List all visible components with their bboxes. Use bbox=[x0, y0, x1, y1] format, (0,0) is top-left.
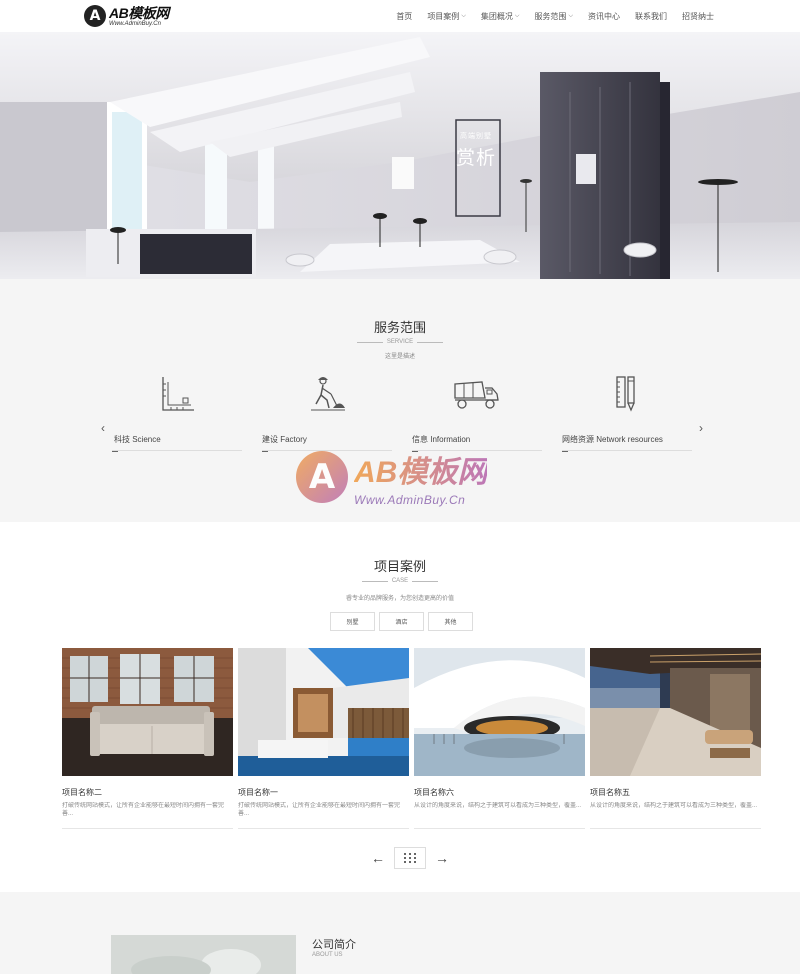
case-name: 项目名称二 bbox=[62, 788, 102, 797]
logo-badge: A bbox=[84, 5, 106, 27]
nav-item-label: 联系我们 bbox=[635, 11, 667, 21]
services-next-arrow[interactable]: › bbox=[699, 421, 703, 435]
watermark-sub-text: Www.AdminBuy.Cn bbox=[354, 493, 466, 507]
case-name: 项目名称五 bbox=[590, 788, 630, 797]
nav-item-news[interactable]: 资讯中心 bbox=[588, 11, 620, 22]
chevron-down-icon: ⌵ bbox=[568, 12, 573, 19]
ruler-triangle-icon bbox=[112, 374, 242, 414]
tab-hotel[interactable]: 酒店 bbox=[379, 612, 424, 631]
service-divider bbox=[112, 450, 242, 452]
divider-line bbox=[356, 341, 383, 343]
case-image bbox=[590, 648, 761, 776]
service-label: 网络资源 Network resources bbox=[562, 435, 663, 444]
watermark-logo: A AB模板网 Www.AdminBuy.Cn bbox=[296, 447, 487, 507]
services-description: 这里是描述 bbox=[384, 354, 415, 360]
case-card[interactable]: 项目名称五 从设计的角度来说，结构之于建筑可以看成为三种类型，覆盖... bbox=[590, 648, 761, 829]
service-item[interactable]: 建设 Factory bbox=[262, 374, 392, 452]
services-title: 服务范围 bbox=[373, 320, 426, 335]
case-text: 打破传统网站模式，让所有企业能够在最短时间内拥有一套完善... bbox=[238, 803, 401, 817]
site-logo[interactable]: A AB模板网 Www.AdminBuy.Cn bbox=[84, 4, 169, 28]
nav-item-label: 首页 bbox=[396, 11, 413, 21]
nav-item-services[interactable]: 服务范围 ⌵ bbox=[534, 11, 573, 22]
about-title: 公司简介 bbox=[312, 939, 356, 951]
dump-truck-icon bbox=[412, 374, 542, 414]
case-name: 项目名称一 bbox=[238, 788, 278, 797]
case-text: 打破传统网站模式，让所有企业能够在最短时间内拥有一套完善... bbox=[62, 803, 225, 817]
nav-item-label: 招贤纳士 bbox=[682, 11, 714, 21]
main-nav: 首页 项目案例 ⌵ 集团概况 ⌵ 服务范围 ⌵ 资讯中心 联系我们 招贤纳士 bbox=[381, 0, 714, 32]
hero-caption-small: 高端别墅 bbox=[460, 133, 492, 140]
pager-prev-button[interactable]: ← bbox=[370, 850, 386, 866]
about-section: 公司简介 ABOUT US bbox=[0, 892, 800, 974]
case-name: 项目名称六 bbox=[414, 788, 454, 797]
divider-line bbox=[361, 580, 388, 582]
case-divider bbox=[62, 828, 233, 829]
hero-interior-image bbox=[0, 32, 800, 279]
nav-item-label: 集团概况 bbox=[480, 11, 513, 21]
nav-item-cases[interactable]: 项目案例 ⌵ bbox=[427, 11, 466, 22]
case-card[interactable]: 项目名称二 打破传统网站模式，让所有企业能够在最短时间内拥有一套完善... bbox=[62, 648, 233, 829]
ruler-pencil-icon bbox=[562, 374, 692, 414]
construction-worker-icon bbox=[262, 374, 392, 414]
hero-caption: 高端别墅 赏析 bbox=[451, 131, 501, 170]
case-image bbox=[62, 648, 233, 776]
logo-main-text: AB模板网 bbox=[109, 4, 169, 21]
case-divider bbox=[238, 828, 409, 829]
watermark-badge: A bbox=[296, 451, 348, 503]
nav-item-label: 项目案例 bbox=[427, 11, 460, 21]
case-divider bbox=[590, 828, 761, 829]
service-item[interactable]: 信息 Information bbox=[412, 374, 542, 452]
service-item[interactable]: 科技 Science bbox=[112, 374, 242, 452]
tab-other[interactable]: 其他 bbox=[428, 612, 473, 631]
service-item[interactable]: 网络资源 Network resources bbox=[562, 374, 692, 452]
chevron-down-icon: ⌵ bbox=[461, 12, 466, 19]
about-image bbox=[111, 935, 296, 974]
divider-line bbox=[412, 580, 439, 582]
nav-item-jobs[interactable]: 招贤纳士 bbox=[682, 11, 714, 22]
divider-line bbox=[417, 341, 444, 343]
service-label: 信息 Information bbox=[412, 435, 471, 444]
nav-item-overview[interactable]: 集团概况 ⌵ bbox=[481, 11, 520, 22]
case-image bbox=[414, 648, 585, 776]
site-header: A AB模板网 Www.AdminBuy.Cn 首页 项目案例 ⌵ 集团概况 ⌵ 服… bbox=[0, 0, 800, 32]
about-subtitle: ABOUT US bbox=[312, 952, 343, 958]
cases-section: 项目案例 CASE 睿专业的品牌服务，为您创造更高的价值 别墅 酒店 其他 项目… bbox=[0, 522, 800, 892]
case-filter-tabs: 别墅 酒店 其他 bbox=[330, 612, 477, 631]
case-text: 从设计的角度来说，结构之于建筑可以看成为三种类型，覆盖... bbox=[590, 803, 758, 809]
services-prev-arrow[interactable]: ‹ bbox=[101, 421, 105, 435]
cases-title: 项目案例 bbox=[373, 559, 426, 574]
nav-item-contact[interactable]: 联系我们 bbox=[635, 11, 667, 22]
case-card[interactable]: 项目名称一 打破传统网站模式，让所有企业能够在最短时间内拥有一套完善... bbox=[238, 648, 409, 829]
case-text: 从设计的角度来说，结构之于建筑可以看成为三种类型，覆盖... bbox=[414, 803, 582, 809]
service-label: 建设 Factory bbox=[262, 435, 307, 444]
cases-subtitle: CASE bbox=[391, 578, 409, 584]
nav-item-label: 资讯中心 bbox=[588, 11, 620, 21]
grid-dots-icon bbox=[404, 853, 416, 863]
case-divider bbox=[414, 828, 585, 829]
case-image bbox=[238, 648, 409, 776]
service-divider bbox=[562, 450, 692, 452]
case-grid: 项目名称二 打破传统网站模式，让所有企业能够在最短时间内拥有一套完善... 项目… bbox=[62, 648, 761, 829]
case-pager: ← → bbox=[370, 847, 450, 869]
hero-caption-big: 赏析 bbox=[455, 148, 496, 169]
chevron-down-icon: ⌵ bbox=[514, 12, 520, 19]
cases-description: 睿专业的品牌服务，为您创造更高的价值 bbox=[345, 596, 454, 602]
service-label: 科技 Science bbox=[114, 435, 161, 444]
services-section: 服务范围 SERVICE 这里是描述 ‹ › 科技 Science 建设 Fac… bbox=[0, 279, 800, 522]
services-carousel: 科技 Science 建设 Factory 信息 Information 网络资… bbox=[112, 374, 692, 452]
case-card[interactable]: 项目名称六 从设计的角度来说，结构之于建筑可以看成为三种类型，覆盖... bbox=[414, 648, 585, 829]
services-subtitle: SERVICE bbox=[386, 339, 414, 345]
pager-next-button[interactable]: → bbox=[434, 850, 450, 866]
view-all-button[interactable] bbox=[394, 847, 426, 869]
watermark-main-text: AB模板网 bbox=[354, 447, 487, 491]
tab-villa[interactable]: 别墅 bbox=[330, 612, 375, 631]
nav-item-home[interactable]: 首页 bbox=[396, 11, 412, 22]
hero-banner[interactable]: 高端别墅 赏析 bbox=[0, 32, 800, 279]
logo-sub-text: Www.AdminBuy.Cn bbox=[109, 20, 161, 27]
nav-item-label: 服务范围 bbox=[534, 11, 567, 21]
